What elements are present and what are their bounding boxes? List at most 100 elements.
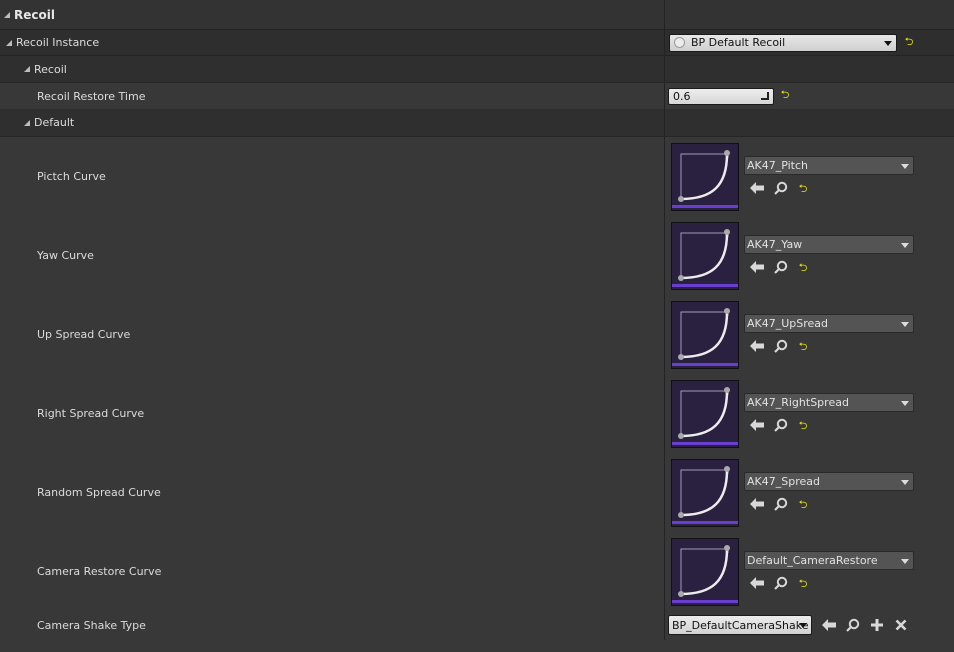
category-recoil[interactable]: Recoil xyxy=(0,0,954,30)
curve-label: Random Spread Curve xyxy=(37,486,161,499)
curve-asset-value: AK47_Spread xyxy=(747,475,820,488)
row-curve: Up Spread Curve AK47_UpSread ⮌ xyxy=(0,295,954,374)
curve-value-cell: AK47_Pitch ⮌ xyxy=(665,137,954,216)
curve-label-cell: Camera Restore Curve xyxy=(0,532,665,611)
curve-label: Yaw Curve xyxy=(37,249,94,262)
reset-to-default-icon[interactable]: ⮌ xyxy=(797,262,809,273)
row-curve: Camera Restore Curve Default_CameraRestor… xyxy=(0,532,954,611)
expand-triangle-icon[interactable] xyxy=(4,11,10,18)
category-recoil-value-cell xyxy=(665,0,954,29)
curve-value-cell: Default_CameraRestore ⮌ xyxy=(665,532,954,611)
drag-grip-icon[interactable] xyxy=(761,91,769,100)
camera-shake-label-cell: Camera Shake Type xyxy=(0,610,665,640)
camera-shake-value-cell: BP_DefaultCameraShake xyxy=(665,610,954,640)
curve-asset-combo[interactable]: AK47_Spread xyxy=(744,472,914,491)
curve-label: Camera Restore Curve xyxy=(37,565,162,578)
curve-value-cell: AK47_Spread ⮌ xyxy=(665,453,954,532)
reset-to-default-icon[interactable]: ⮌ xyxy=(797,420,809,431)
arrow-left-icon[interactable] xyxy=(749,259,765,275)
arrow-left-icon[interactable] xyxy=(749,575,765,591)
curve-asset-value: Default_CameraRestore xyxy=(747,554,878,567)
curve-thumbnail[interactable] xyxy=(671,459,739,527)
curve-tools: ⮌ xyxy=(749,496,809,512)
category-recoil-label-cell: Recoil xyxy=(0,0,665,29)
category-title: Recoil xyxy=(14,7,55,22)
search-icon[interactable] xyxy=(773,575,789,591)
curve-tools: ⮌ xyxy=(749,338,809,354)
chevron-down-icon xyxy=(901,401,909,406)
search-icon[interactable] xyxy=(773,259,789,275)
search-icon[interactable] xyxy=(845,617,861,633)
curve-thumbnail-icon xyxy=(672,460,738,526)
expand-triangle-icon[interactable] xyxy=(6,39,12,46)
chevron-down-icon xyxy=(884,40,892,46)
curve-asset-combo[interactable]: AK47_Yaw xyxy=(744,235,914,254)
reset-to-default-icon[interactable]: ⮌ xyxy=(903,36,915,47)
curve-label: Up Spread Curve xyxy=(37,328,131,341)
recoil-instance-label-cell: Recoil Instance xyxy=(0,30,665,55)
reset-to-default-icon[interactable]: ⮌ xyxy=(779,89,791,100)
curve-thumbnail[interactable] xyxy=(671,380,739,448)
chevron-down-icon xyxy=(901,559,909,564)
chevron-down-icon xyxy=(799,623,807,628)
curve-thumbnail[interactable] xyxy=(671,222,739,290)
curve-thumbnail[interactable] xyxy=(671,301,739,369)
arrow-left-icon[interactable] xyxy=(749,496,765,512)
restore-time-label: Recoil Restore Time xyxy=(37,89,146,103)
curve-label: Pictch Curve xyxy=(37,170,106,183)
reset-to-default-icon[interactable]: ⮌ xyxy=(797,578,809,589)
restore-time-input[interactable]: 0.6 xyxy=(668,87,774,105)
curve-tools: ⮌ xyxy=(749,417,809,433)
curve-asset-combo[interactable]: AK47_RightSpread xyxy=(744,393,914,412)
arrow-left-icon[interactable] xyxy=(821,617,837,633)
curve-asset-combo[interactable]: AK47_Pitch xyxy=(744,156,914,175)
reset-to-default-icon[interactable]: ⮌ xyxy=(797,183,809,194)
camera-shake-value: BP_DefaultCameraShake xyxy=(672,618,809,632)
curve-asset-value: AK47_RightSpread xyxy=(747,396,849,409)
arrow-left-icon[interactable] xyxy=(749,338,765,354)
row-curve: Right Spread Curve AK47_RightSpread ⮌ xyxy=(0,374,954,453)
search-icon[interactable] xyxy=(773,496,789,512)
reset-to-default-icon[interactable]: ⮌ xyxy=(797,499,809,510)
search-icon[interactable] xyxy=(773,338,789,354)
restore-time-label-cell: Recoil Restore Time xyxy=(0,83,665,109)
curve-asset-value: AK47_UpSread xyxy=(747,317,829,330)
curve-value-cell: AK47_Yaw ⮌ xyxy=(665,216,954,295)
curve-tools: ⮌ xyxy=(749,575,809,591)
plus-icon[interactable] xyxy=(869,617,885,633)
recoil-instance-combo[interactable]: BP Default Recoil xyxy=(669,33,897,52)
curve-thumbnail-icon xyxy=(672,144,738,210)
chevron-down-icon xyxy=(901,480,909,485)
chevron-down-icon xyxy=(901,164,909,169)
curve-thumbnail[interactable] xyxy=(671,143,739,211)
expand-triangle-icon[interactable] xyxy=(24,119,30,126)
group-default-label-cell: Default xyxy=(0,109,665,136)
group-recoil[interactable]: Recoil xyxy=(0,56,954,83)
close-icon[interactable] xyxy=(893,617,909,633)
camera-shake-combo[interactable]: BP_DefaultCameraShake xyxy=(668,615,812,635)
curve-value-cell: AK47_UpSread ⮌ xyxy=(665,295,954,374)
curve-thumbnail[interactable] xyxy=(671,538,739,606)
recoil-instance-value: BP Default Recoil xyxy=(691,36,786,49)
search-icon[interactable] xyxy=(773,417,789,433)
group-recoil-label: Recoil xyxy=(34,62,67,76)
curve-asset-combo[interactable]: Default_CameraRestore xyxy=(744,551,914,570)
reset-to-default-icon[interactable]: ⮌ xyxy=(797,341,809,352)
row-restore-time: Recoil Restore Time 0.6 ⮌ xyxy=(0,83,954,109)
chevron-down-icon xyxy=(901,243,909,248)
curve-asset-combo[interactable]: AK47_UpSread xyxy=(744,314,914,333)
row-camera-shake: Camera Shake Type BP_DefaultCameraShake xyxy=(0,610,954,640)
row-recoil-instance: Recoil Instance BP Default Recoil ⮌ xyxy=(0,30,954,56)
camera-shake-tools xyxy=(821,617,909,633)
curve-value-cell: AK47_RightSpread ⮌ xyxy=(665,374,954,453)
arrow-left-icon[interactable] xyxy=(749,417,765,433)
arrow-left-icon[interactable] xyxy=(749,180,765,196)
group-default[interactable]: Default xyxy=(0,109,954,137)
curve-tools: ⮌ xyxy=(749,259,809,275)
chevron-down-icon xyxy=(901,322,909,327)
curve-thumbnail-icon xyxy=(672,539,738,605)
search-icon[interactable] xyxy=(773,180,789,196)
expand-triangle-icon[interactable] xyxy=(24,66,30,72)
camera-shake-label: Camera Shake Type xyxy=(37,618,146,632)
row-curve: Pictch Curve AK47_Pitch ⮌ xyxy=(0,137,954,216)
